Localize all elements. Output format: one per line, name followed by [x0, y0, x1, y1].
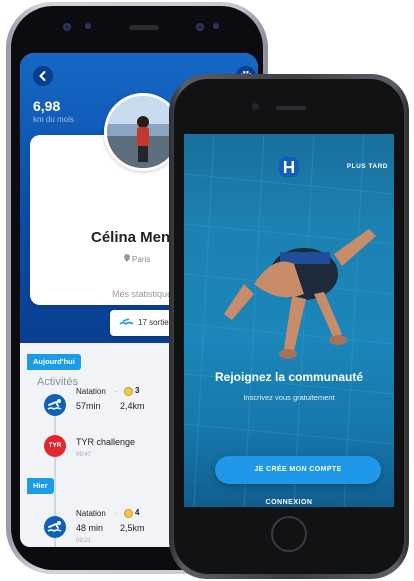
- monthly-distance-value: 6,98: [33, 98, 61, 114]
- sensor-icon: [85, 23, 91, 29]
- speaker-grille: [129, 25, 159, 30]
- activity-duration: 57min: [76, 401, 101, 411]
- activity-sport: Natation: [76, 509, 106, 518]
- create-account-button[interactable]: JE CRÉE MON COMPTE: [215, 456, 381, 484]
- activity-time: 09:21: [76, 538, 92, 544]
- camera-icon: [252, 103, 259, 110]
- iphone: PLUS TARD Rejoignez la communauté Inscri…: [169, 74, 409, 579]
- activity-separator: ·: [114, 387, 117, 396]
- day-tag-today: Aujourd'hui: [27, 354, 81, 370]
- skip-link[interactable]: PLUS TARD: [347, 163, 388, 170]
- chevron-left-icon: [39, 71, 46, 81]
- logo-glyph: [279, 157, 299, 177]
- activity-distance: 2,4km: [120, 401, 145, 411]
- activity-medals: 3: [135, 386, 140, 395]
- signup-subline: Inscrivez vous gratuitement: [243, 393, 335, 402]
- event-name: TYR challenge: [76, 437, 136, 447]
- event-time: 09:47: [76, 452, 92, 458]
- stats-title: Mes statistique: [112, 289, 173, 299]
- swimmer-icon: [47, 521, 62, 532]
- tyr-event-icon[interactable]: TYR: [44, 435, 66, 457]
- activity-medals: 4: [135, 508, 140, 517]
- activities-title: Activités: [37, 376, 78, 388]
- back-button[interactable]: [33, 66, 53, 86]
- home-button[interactable]: [271, 516, 307, 552]
- activity-distance: 2,5km: [120, 523, 145, 533]
- sessions-count: 17 sorties: [138, 318, 173, 327]
- front-camera-icon: [196, 23, 204, 31]
- swimmer-icon: [47, 399, 62, 410]
- medal-icon: [124, 387, 133, 396]
- swim-activity-icon[interactable]: [44, 516, 66, 538]
- activity-separator: ·: [114, 509, 117, 518]
- iris-sensor-icon: [213, 23, 219, 29]
- activity-sport: Natation: [76, 387, 106, 396]
- signup-headline: Rejoignez la communauté: [214, 370, 364, 384]
- medal-icon: [124, 509, 133, 518]
- login-link[interactable]: CONNEXION: [184, 499, 394, 506]
- profile-name: Célina Men: [91, 229, 171, 246]
- speaker-grille: [276, 106, 306, 110]
- monthly-distance-label: km du mois: [33, 115, 74, 124]
- day-tag-yesterday: Hier: [27, 478, 54, 494]
- pool-background: [184, 134, 394, 507]
- swimmer-icon: [119, 318, 134, 326]
- signup-screen: PLUS TARD Rejoignez la communauté Inscri…: [184, 134, 394, 507]
- profile-city: Paris: [132, 255, 151, 264]
- tyr-logo-text: TYR: [48, 442, 62, 449]
- location-pin-icon: [124, 254, 130, 262]
- swim-activity-icon[interactable]: [44, 394, 66, 416]
- iphone-bezel: PLUS TARD Rejoignez la communauté Inscri…: [174, 79, 404, 574]
- app-logo-icon: [279, 157, 299, 177]
- camera-icon: [63, 23, 71, 31]
- android-top-bezel: [11, 6, 263, 52]
- activity-duration: 48 min: [76, 523, 104, 533]
